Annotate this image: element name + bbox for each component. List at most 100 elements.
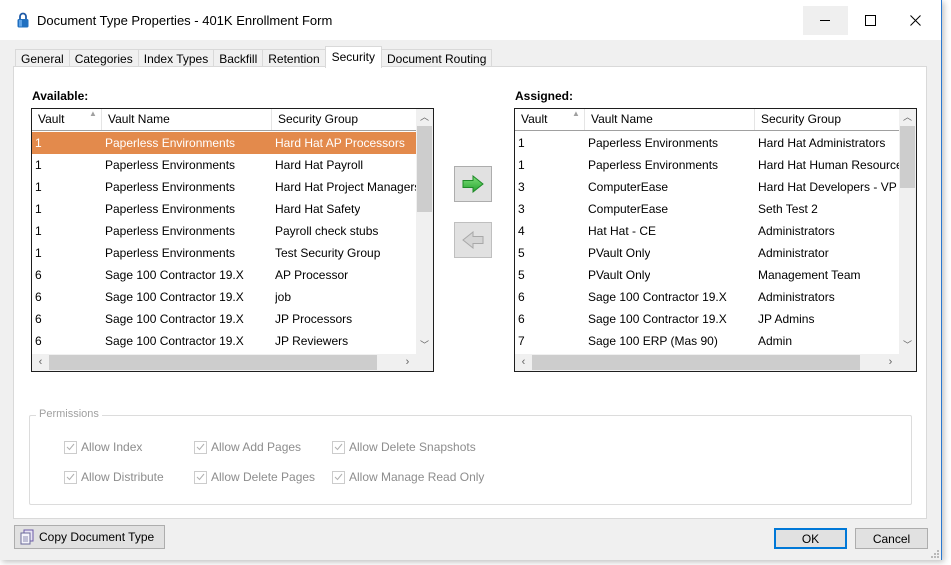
scroll-thumb[interactable] xyxy=(417,126,432,212)
scroll-up-icon[interactable]: ︿ xyxy=(899,109,916,126)
list-row[interactable]: 6 Sage 100 Contractor 19.X JP Admins xyxy=(515,308,899,330)
checkbox-label: Allow Delete Pages xyxy=(211,470,316,484)
scroll-left-icon[interactable]: ‹ xyxy=(515,354,532,371)
scroll-down-icon[interactable]: ﹀ xyxy=(899,337,916,354)
list-row[interactable]: 1 Paperless Environments Hard Hat Payrol… xyxy=(32,154,416,176)
allow-delete-snapshots-checkbox[interactable]: Allow Delete Snapshots xyxy=(332,440,476,454)
security-group-cell: Hard Hat Administrators xyxy=(758,136,886,150)
allow-delete-pages-checkbox[interactable]: Allow Delete Pages xyxy=(194,470,315,484)
assigned-label: Assigned: xyxy=(515,89,574,103)
list-row[interactable]: 7 Sage 100 ERP (Mas 90) Admin xyxy=(515,330,899,352)
list-row[interactable]: 6 Sage 100 Contractor 19.X job xyxy=(32,286,416,308)
list-row[interactable]: 1 Paperless Environments Hard Hat Admini… xyxy=(515,132,899,154)
security-group-cell: Test Security Group xyxy=(275,246,381,260)
checkbox-label: Allow Manage Read Only xyxy=(349,470,485,484)
scroll-thumb[interactable] xyxy=(900,126,915,188)
security-group-cell: Administrators xyxy=(758,290,835,304)
list-row[interactable]: 1 Paperless Environments Payroll check s… xyxy=(32,220,416,242)
list-row[interactable]: 1 Paperless Environments Test Security G… xyxy=(32,242,416,264)
tab-strip: General Categories Index Types Backfill … xyxy=(15,46,493,68)
tab-security[interactable]: Security xyxy=(324,46,382,68)
available-list-header: Vault ▲ Vault Name Security Group xyxy=(32,109,416,131)
available-list[interactable]: Vault ▲ Vault Name Security Group 1 Pape… xyxy=(31,108,434,372)
security-group-cell: Hard Hat Human Resources xyxy=(758,158,899,172)
vault-name-cell: Hat Hat - CE xyxy=(588,224,657,238)
vault-cell: 6 xyxy=(35,312,42,326)
list-row[interactable]: 6 Sage 100 Contractor 19.X Administrator… xyxy=(515,286,899,308)
vault-cell: 7 xyxy=(518,334,525,348)
list-row[interactable]: 1 Paperless Environments Hard Hat AP Pro… xyxy=(32,132,416,154)
allow-distribute-checkbox[interactable]: Allow Distribute xyxy=(64,470,164,484)
unassign-button[interactable] xyxy=(454,222,492,258)
copy-document-type-button[interactable]: Copy Document Type xyxy=(14,525,165,549)
close-button[interactable] xyxy=(893,6,938,35)
cancel-button[interactable]: Cancel xyxy=(855,528,928,549)
allow-manage-read-only-checkbox[interactable]: Allow Manage Read Only xyxy=(332,470,484,484)
list-row[interactable]: 5 PVault Only Management Team xyxy=(515,264,899,286)
list-row[interactable]: 6 Sage 100 Contractor 19.X JP Processors xyxy=(32,308,416,330)
column-label: Vault xyxy=(38,112,65,126)
list-row[interactable]: 5 PVault Only Administrator xyxy=(515,242,899,264)
security-group-cell: Management Team xyxy=(758,268,861,282)
assigned-rows: 1 Paperless Environments Hard Hat Admini… xyxy=(515,132,899,352)
maximize-icon xyxy=(865,15,876,26)
list-row[interactable]: 1 Paperless Environments Hard Hat Projec… xyxy=(32,176,420,198)
vault-name-cell: ComputerEase xyxy=(588,202,669,216)
security-group-cell: Hard Hat Project Managers xyxy=(275,180,421,194)
column-header-security-group[interactable]: Security Group xyxy=(755,109,899,130)
scroll-thumb[interactable] xyxy=(49,355,377,370)
assign-button[interactable] xyxy=(454,166,492,202)
list-row[interactable]: 6 Sage 100 Contractor 19.X AP Processor xyxy=(32,264,416,286)
vault-name-cell: Sage 100 Contractor 19.X xyxy=(105,268,244,282)
scroll-left-icon[interactable]: ‹ xyxy=(32,354,49,371)
list-row[interactable]: 3 ComputerEase Hard Hat Developers - VP … xyxy=(515,176,899,198)
vault-name-cell: Sage 100 ERP (Mas 90) xyxy=(588,334,718,348)
title-bar[interactable]: Document Type Properties - 401K Enrollme… xyxy=(0,0,941,40)
vault-cell: 4 xyxy=(518,224,525,238)
list-row[interactable]: 6 Sage 100 Contractor 19.X JP Reviewers xyxy=(32,330,416,352)
scroll-down-icon[interactable]: ﹀ xyxy=(416,337,433,354)
assigned-list[interactable]: Vault ▲ Vault Name Security Group 1 Pape… xyxy=(514,108,917,372)
assigned-vertical-scrollbar[interactable]: ︿ ﹀ xyxy=(899,109,916,354)
list-row[interactable]: 1 Paperless Environments Hard Hat Human … xyxy=(515,154,899,176)
security-group-cell: Administrators xyxy=(758,224,835,238)
resize-grip-icon[interactable] xyxy=(929,548,939,558)
allow-index-checkbox[interactable]: Allow Index xyxy=(64,440,142,454)
vault-name-cell: Paperless Environments xyxy=(105,202,236,216)
scroll-right-icon[interactable]: › xyxy=(882,354,899,371)
permissions-title: Permissions xyxy=(36,408,102,420)
assigned-horizontal-scrollbar[interactable]: ‹ › xyxy=(515,354,899,371)
allow-add-pages-checkbox[interactable]: Allow Add Pages xyxy=(194,440,301,454)
vault-name-cell: Sage 100 Contractor 19.X xyxy=(105,290,244,304)
vault-cell: 1 xyxy=(35,158,42,172)
minimize-button[interactable] xyxy=(803,6,848,35)
vault-cell: 1 xyxy=(35,246,42,260)
column-header-vault-name[interactable]: Vault Name xyxy=(585,109,755,130)
security-group-cell: AP Processor xyxy=(275,268,349,282)
list-row[interactable]: 4 Hat Hat - CE Administrators xyxy=(515,220,899,242)
checkbox-checked-icon xyxy=(332,440,345,454)
scroll-right-icon[interactable]: › xyxy=(399,354,416,371)
maximize-button[interactable] xyxy=(848,6,893,35)
vault-name-cell: ComputerEase xyxy=(588,180,669,194)
sort-ascending-icon: ▲ xyxy=(572,109,580,118)
vault-cell: 6 xyxy=(518,290,525,304)
ok-button[interactable]: OK xyxy=(774,528,847,549)
list-row[interactable]: 3 ComputerEase Seth Test 2 xyxy=(515,198,899,220)
checkbox-checked-icon xyxy=(194,440,207,454)
column-header-security-group[interactable]: Security Group xyxy=(272,109,416,130)
vault-cell: 1 xyxy=(35,202,42,216)
list-row[interactable]: 1 Paperless Environments Hard Hat Safety xyxy=(32,198,416,220)
security-group-cell: JP Processors xyxy=(275,312,353,326)
column-header-vault-name[interactable]: Vault Name xyxy=(102,109,272,130)
checkbox-checked-icon xyxy=(64,470,77,484)
security-group-cell: Payroll check stubs xyxy=(275,224,379,238)
scroll-thumb[interactable] xyxy=(532,355,860,370)
vault-name-cell: Paperless Environments xyxy=(105,158,236,172)
available-horizontal-scrollbar[interactable]: ‹ › xyxy=(32,354,416,371)
vault-name-cell: Paperless Environments xyxy=(588,136,719,150)
scroll-up-icon[interactable]: ︿ xyxy=(416,109,433,126)
available-vertical-scrollbar[interactable]: ︿ ﹀ xyxy=(416,109,433,354)
copy-button-label: Copy Document Type xyxy=(39,530,155,544)
checkbox-checked-icon xyxy=(332,470,345,484)
